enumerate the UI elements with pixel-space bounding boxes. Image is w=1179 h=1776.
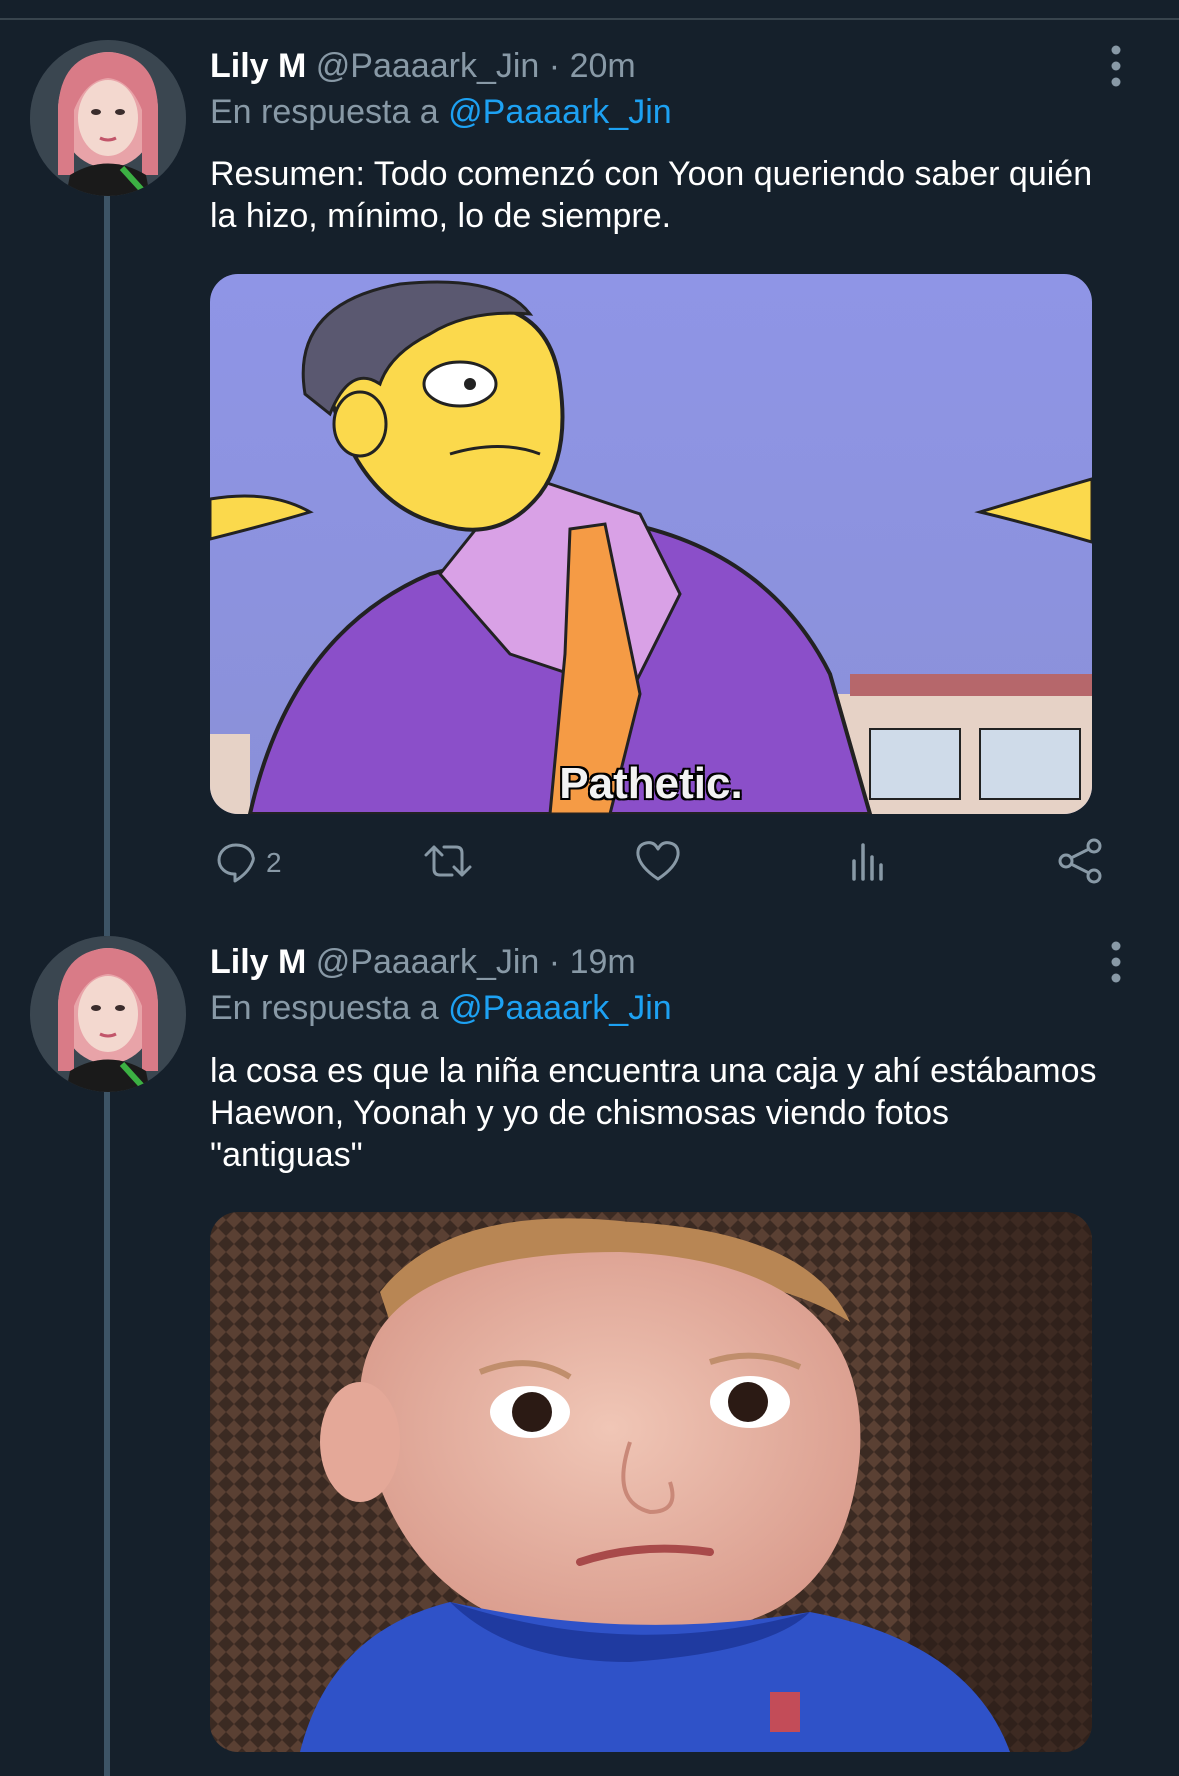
reply-mention-link[interactable]: @Paaaark_Jin — [448, 989, 672, 1027]
comment-icon — [214, 839, 258, 888]
timestamp[interactable]: 19m — [570, 943, 636, 981]
analytics-icon — [846, 839, 890, 888]
avatar[interactable] — [30, 40, 186, 196]
tweet-header: Lily M @Paaaark_Jin · 20m — [210, 46, 636, 86]
media-caption: Pathetic. — [559, 759, 743, 808]
reply-context: En respuesta a @Paaaark_Jin — [210, 988, 672, 1028]
heart-icon — [634, 839, 682, 888]
thread-line — [104, 196, 110, 936]
avatar[interactable] — [30, 936, 186, 1092]
analytics-button[interactable] — [846, 838, 890, 888]
author-name[interactable]: Lily M — [210, 47, 306, 85]
tweet-header: Lily M @Paaaark_Jin · 19m — [210, 942, 636, 982]
author-handle[interactable]: @Paaaark_Jin — [316, 47, 540, 85]
tweet-media-image[interactable]: Pathetic. — [210, 274, 1092, 814]
share-button[interactable] — [1056, 838, 1104, 888]
thread-line — [104, 1092, 110, 1776]
separator: · — [548, 47, 561, 85]
like-button[interactable] — [634, 838, 682, 888]
reply-mention-link[interactable]: @Paaaark_Jin — [448, 93, 672, 131]
more-options-icon[interactable] — [1106, 940, 1126, 984]
separator: · — [548, 943, 561, 981]
retweet-icon — [422, 839, 474, 888]
more-options-icon[interactable] — [1106, 44, 1126, 88]
author-handle[interactable]: @Paaaark_Jin — [316, 943, 540, 981]
retweet-button[interactable] — [422, 838, 474, 888]
reply-button[interactable]: 2 — [214, 838, 282, 888]
reply-count: 2 — [266, 847, 282, 878]
top-divider — [0, 18, 1179, 20]
tweet-actions: 2 — [210, 838, 1110, 888]
author-name[interactable]: Lily M — [210, 943, 306, 981]
reply-prefix: En respuesta a — [210, 989, 439, 1027]
tweet-media-image[interactable] — [210, 1212, 1092, 1752]
reply-prefix: En respuesta a — [210, 93, 439, 131]
tweet-text: la cosa es que la niña encuentra una caj… — [210, 1052, 1097, 1174]
reply-context: En respuesta a @Paaaark_Jin — [210, 92, 672, 132]
share-icon — [1056, 837, 1104, 890]
timestamp[interactable]: 20m — [570, 47, 636, 85]
tweet-text: Resumen: Todo comenzó con Yoon queriendo… — [210, 155, 1093, 235]
